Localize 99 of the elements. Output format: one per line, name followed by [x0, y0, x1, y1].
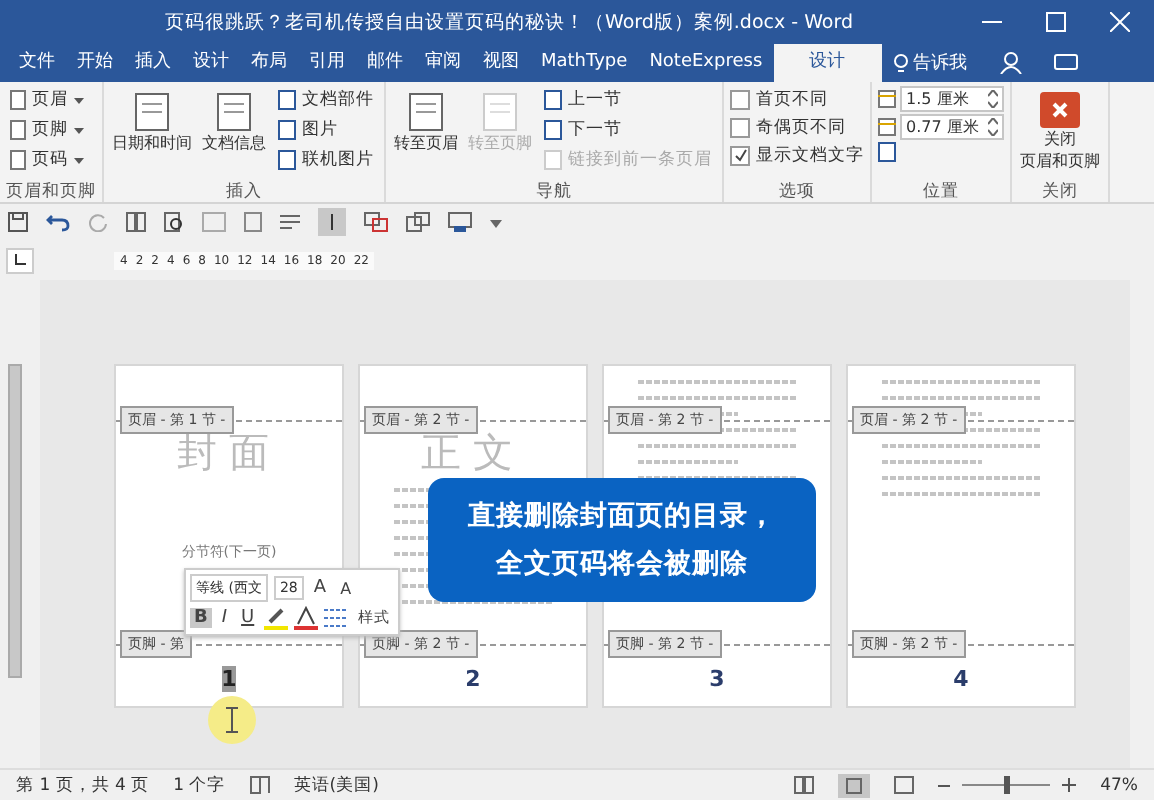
group-label: 页眉和页脚	[6, 180, 96, 202]
lightbulb-icon	[893, 53, 908, 73]
page-count: 第 1 页，共 4 页	[16, 773, 150, 797]
ribbon-tab[interactable]: 视图	[472, 44, 530, 82]
large-ribbon-button[interactable]: 转至页眉	[392, 86, 460, 180]
group-label: 位置	[921, 180, 961, 202]
dropdown-button[interactable]: 页脚	[6, 116, 88, 144]
ribbon-tab[interactable]: 设计	[773, 44, 882, 82]
ribbon-button[interactable]: 联机图片	[274, 146, 378, 174]
ribbon-tab[interactable]: 开始	[66, 44, 124, 82]
document-icon	[482, 92, 518, 132]
page-icon[interactable]	[244, 212, 262, 232]
group-label: 选项	[777, 180, 817, 202]
undo-icon[interactable]	[46, 212, 70, 232]
checkbox[interactable]	[730, 145, 750, 165]
copy-icon[interactable]	[406, 212, 430, 232]
bullets-icon[interactable]	[324, 606, 349, 630]
large-ribbon-button[interactable]: 文档信息	[200, 86, 268, 180]
format-button[interactable]: U	[237, 608, 259, 628]
group-label: 导航	[534, 180, 574, 202]
ribbon-tab[interactable]: 引用	[298, 44, 356, 82]
ribbon-button[interactable]: 下一节	[540, 116, 716, 144]
group-label: 关闭	[1040, 180, 1080, 202]
page-number: 4	[953, 666, 969, 692]
proofing-icon[interactable]	[249, 776, 270, 794]
spinner-arrows-icon	[988, 118, 998, 136]
group-label: 插入	[224, 180, 264, 202]
checkbox[interactable]	[730, 89, 750, 109]
option-checkbox[interactable]: 显示文档文字	[730, 142, 864, 168]
ribbon-button[interactable]: 文档部件	[274, 86, 378, 114]
ribbon-tab[interactable]: 设计	[182, 44, 240, 82]
ribbon-tab[interactable]: NoteExpress	[638, 44, 774, 82]
checkbox[interactable]	[730, 117, 750, 137]
margin-icon	[878, 90, 896, 108]
page-number: 1	[221, 666, 237, 692]
font-color-icon[interactable]	[294, 606, 319, 630]
ribbon-tab[interactable]: 插入	[124, 44, 182, 82]
option-checkbox[interactable]: 奇偶页不同	[730, 114, 864, 140]
paragraph-icon[interactable]	[280, 212, 300, 232]
spinner-arrows-icon	[988, 90, 998, 108]
ribbon-tab[interactable]: 文件	[8, 44, 66, 82]
document-icon	[216, 92, 252, 132]
left-tab-icon	[14, 254, 26, 266]
zoom-in-icon[interactable]	[1062, 778, 1077, 792]
close-icon[interactable]	[1110, 12, 1130, 32]
window-title: 页码很跳跃？老司机传授自由设置页码的秘诀！（Word版）案例.docx - Word	[162, 9, 855, 35]
read-mode-icon[interactable]	[794, 776, 815, 794]
grow-font-button[interactable]: A	[309, 578, 331, 598]
dropdown-button[interactable]: 页码	[6, 146, 88, 174]
columns-icon[interactable]	[126, 212, 146, 232]
dropdown-button[interactable]: 页眉	[6, 86, 88, 114]
insert-tab-icon[interactable]	[878, 142, 896, 162]
cover-title: 封面	[177, 430, 281, 474]
margin-icon	[878, 118, 896, 136]
close-icon	[1040, 92, 1080, 128]
print-layout-icon[interactable]	[838, 773, 871, 797]
spin-field[interactable]: 1.5 厘米	[900, 86, 1004, 112]
ribbon-tab[interactable]: MathType	[530, 44, 639, 82]
shapes-icon[interactable]	[364, 212, 388, 232]
ribbon-tab[interactable]: 布局	[240, 44, 298, 82]
large-ribbon-button[interactable]: 日期和时间	[110, 86, 194, 180]
customize-caret-icon[interactable]	[490, 216, 502, 228]
ribbon-button[interactable]: 上一节	[540, 86, 716, 114]
cursor-icon[interactable]	[318, 208, 346, 236]
ribbon-button[interactable]: 图片	[274, 116, 378, 144]
word-count: 1 个字	[173, 773, 226, 797]
page-number: 3	[709, 666, 725, 692]
maximize-icon[interactable]	[1046, 12, 1066, 32]
callout-text: 直接删除封面页的目录，	[468, 498, 776, 534]
caret-icon	[74, 97, 84, 103]
zoom-thumb[interactable]	[1004, 776, 1011, 794]
save-icon[interactable]	[8, 212, 28, 232]
spin-field[interactable]: 0.77 厘米	[900, 114, 1004, 140]
zoom-out-icon[interactable]	[938, 779, 951, 791]
language-label[interactable]: 英语(美国)	[293, 773, 379, 797]
body-title: 正文	[421, 430, 525, 474]
text-cursor-icon	[208, 696, 256, 744]
highlighter-icon[interactable]	[264, 606, 289, 630]
document-icon	[134, 92, 170, 132]
screen-icon[interactable]	[448, 212, 472, 232]
print-preview-icon[interactable]	[164, 212, 184, 232]
option-checkbox[interactable]: 首页不同	[730, 86, 864, 112]
document-icon	[408, 92, 444, 132]
tell-me-field[interactable]: 告诉我	[893, 44, 968, 82]
caret-icon	[74, 127, 84, 133]
page-number: 2	[465, 666, 481, 692]
format-button[interactable]: B	[190, 608, 212, 628]
user-icon[interactable]	[999, 52, 1022, 74]
callout-text: 全文页码将会被删除	[496, 546, 748, 582]
caret-icon	[74, 157, 84, 163]
web-layout-icon[interactable]	[894, 776, 915, 794]
tab-selector[interactable]	[6, 247, 34, 273]
format-button[interactable]: I	[217, 608, 232, 628]
zoom-level[interactable]: 47%	[1100, 775, 1138, 795]
shrink-font-button[interactable]: A	[336, 579, 356, 597]
ribbon-tab[interactable]: 邮件	[356, 44, 414, 82]
ribbon-tab[interactable]: 审阅	[414, 44, 472, 82]
comment-icon[interactable]	[1053, 54, 1078, 74]
close-header-footer-button[interactable]: 关闭 页眉和页脚	[1018, 86, 1102, 180]
